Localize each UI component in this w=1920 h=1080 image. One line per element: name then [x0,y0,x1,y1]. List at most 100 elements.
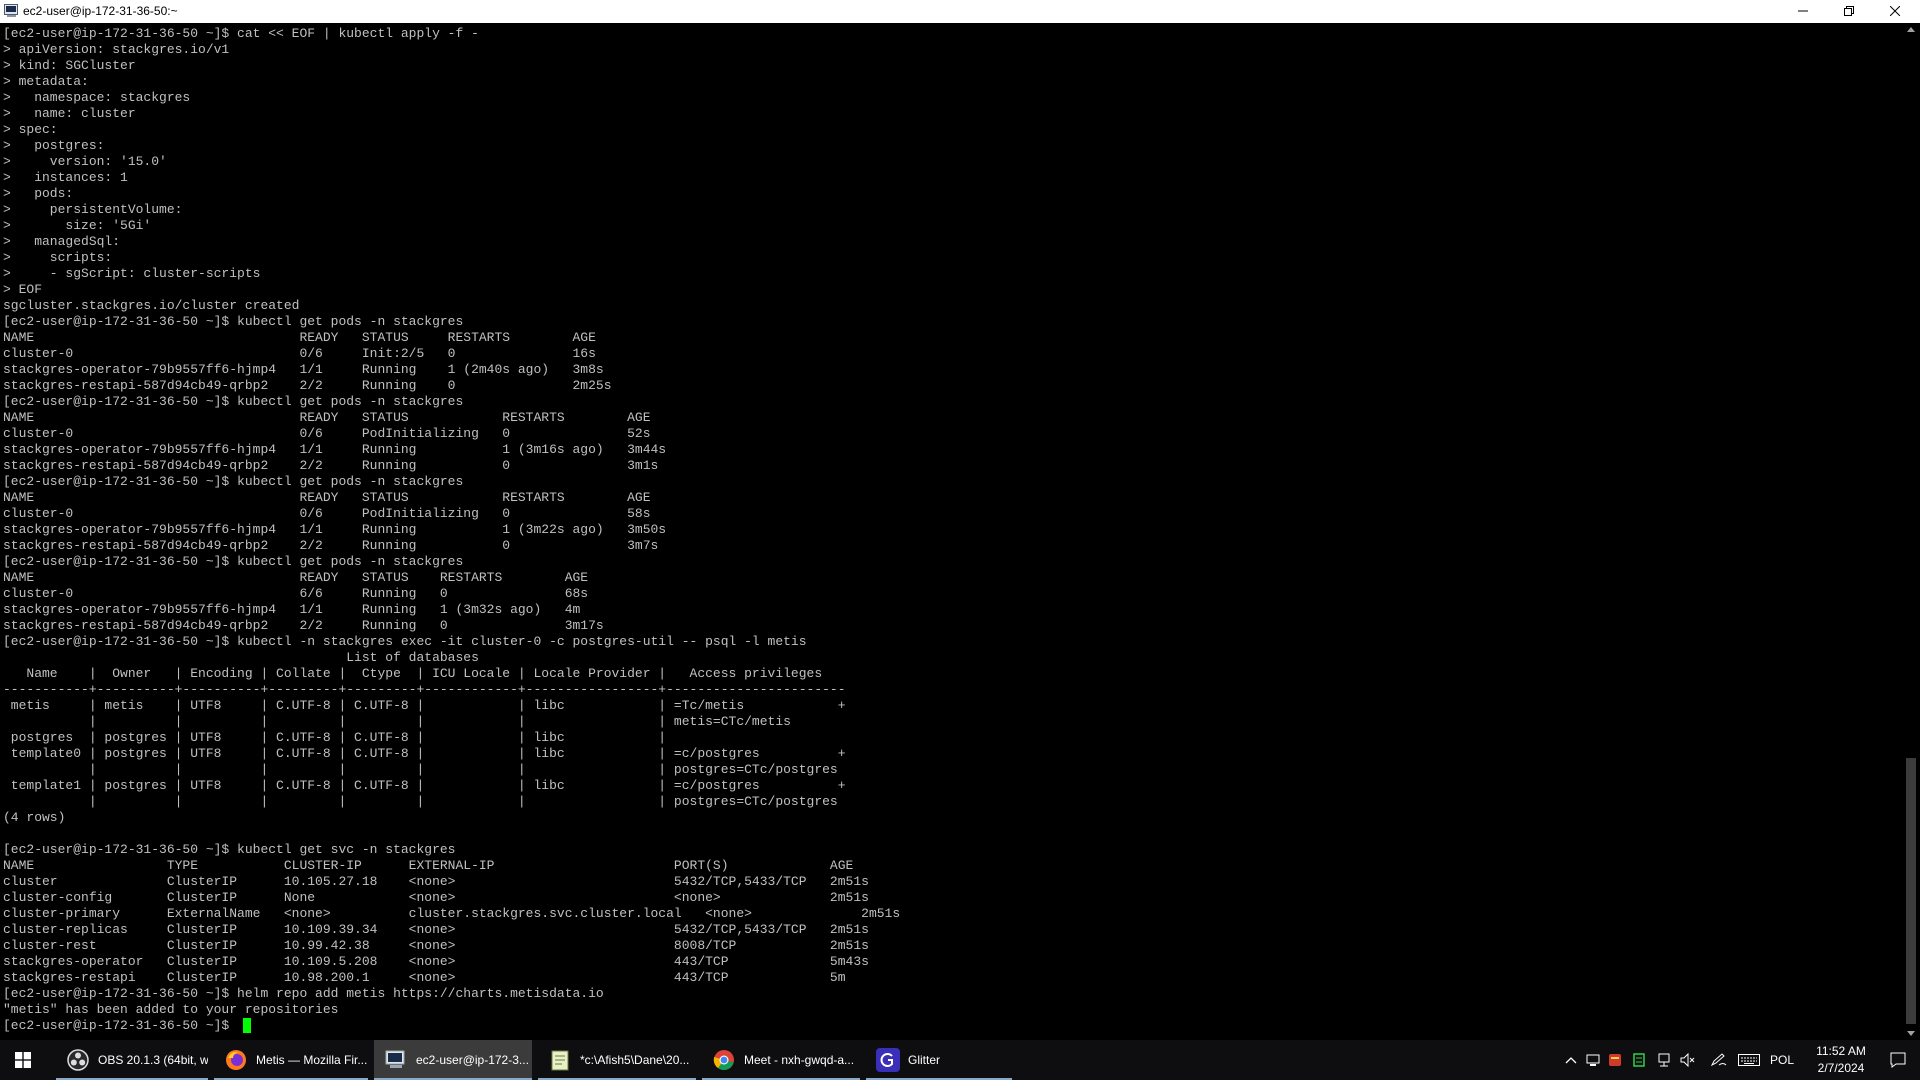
terminal-line: stackgres-operator ClusterIP 10.109.5.20… [3,954,869,969]
terminal-cursor [243,1018,251,1033]
terminal-line: cluster-replicas ClusterIP 10.109.39.34 … [3,922,869,937]
terminal-line: stackgres-restapi-587d94cb49-qrbp2 2/2 R… [3,618,604,633]
terminal-line: cluster-0 0/6 Init:2/5 0 16s [3,346,596,361]
terminal-line: cluster-0 6/6 Running 0 68s [3,586,589,601]
notification-icon [1890,1052,1906,1068]
terminal-line: stackgres-operator-79b9557ff6-hjmp4 1/1 … [3,362,604,377]
terminal-line: NAME READY STATUS RESTARTS AGE [3,410,651,425]
terminal-line: stackgres-restapi ClusterIP 10.98.200.1 … [3,970,846,985]
show-hidden-icons-chevron-icon[interactable] [1564,1053,1578,1067]
terminal-line: > managedSql: [3,234,121,249]
obs-icon [66,1048,90,1072]
scroll-down-arrow-icon[interactable] [1907,1031,1915,1036]
taskbar-app-terminal[interactable]: ec2-user@ip-172-3... [374,1040,532,1080]
taskbar-app-chrome[interactable]: Meet - nxh-gwqd-a... [702,1040,860,1080]
terminal-line: [ec2-user@ip-172-31-36-50 ~]$ [3,1018,238,1033]
terminal-line: stackgres-restapi-587d94cb49-qrbp2 2/2 R… [3,458,659,473]
terminal-line: stackgres-restapi-587d94cb49-qrbp2 2/2 R… [3,378,612,393]
taskbar-app-label: ec2-user@ip-172-3... [416,1053,529,1067]
terminal-line: cluster ClusterIP 10.105.27.18 <none> 54… [3,874,869,889]
terminal-line: NAME READY STATUS RESTARTS AGE [3,490,651,505]
terminal-line: > - sgScript: cluster-scripts [3,266,261,281]
clock-time: 11:52 AM [1816,1044,1866,1058]
window-titlebar[interactable]: ec2-user@ip-172-31-36-50:~ [0,0,1920,24]
terminal-line: > apiVersion: stackgres.io/v1 [3,42,230,57]
terminal-line: List of databases [3,650,479,665]
terminal-icon [384,1048,408,1072]
terminal-line: > version: '15.0' [3,154,167,169]
terminal-line: > spec: [3,122,58,137]
terminal-line: [ec2-user@ip-172-31-36-50 ~]$ kubectl ge… [3,314,464,329]
system-clock[interactable]: 11:52 AM 2/7/2024 [1806,1043,1876,1077]
touch-keyboard-icon[interactable] [1738,1053,1760,1067]
restore-icon [1844,6,1854,16]
sync-status-icon[interactable] [1632,1053,1646,1067]
terminal-line: stackgres-operator-79b9557ff6-hjmp4 1/1 … [3,522,667,537]
terminal-line: | | | | | | | postgres=CTc/postgres [3,762,838,777]
glitter-icon [876,1048,900,1072]
terminal-line: > postgres: [3,138,105,153]
terminal-line: cluster-rest ClusterIP 10.99.42.38 <none… [3,938,869,953]
terminal-line: stackgres-operator-79b9557ff6-hjmp4 1/1 … [3,602,581,617]
terminal-line: cluster-0 0/6 PodInitializing 0 58s [3,506,651,521]
minimize-button[interactable] [1780,0,1826,22]
terminal-line: postgres | postgres | UTF8 | C.UTF-8 | C… [3,730,667,745]
taskbar-app-label: *c:\Afish5\Dane\20... [580,1053,690,1067]
taskbar-app-label: Metis — Mozilla Fir... [256,1053,368,1067]
terminal-line: stackgres-restapi-587d94cb49-qrbp2 2/2 R… [3,538,659,553]
taskbar-app-label: Meet - nxh-gwqd-a... [744,1053,855,1067]
taskbar-app-firefox[interactable]: Metis — Mozilla Fir... [214,1040,368,1080]
clock-date: 2/7/2024 [1817,1061,1865,1075]
terminal-line: [ec2-user@ip-172-31-36-50 ~]$ kubectl ge… [3,474,464,489]
taskbar-app-notepad[interactable]: *c:\Afish5\Dane\20... [538,1040,696,1080]
close-button[interactable] [1872,0,1918,22]
firefox-icon [224,1048,248,1072]
terminal-line: template0 | postgres | UTF8 | C.UTF-8 | … [3,746,846,761]
terminal-line: -----------+----------+----------+------… [3,682,846,697]
pen-workspace-icon[interactable] [1710,1053,1728,1067]
terminal-line: cluster-config ClusterIP None <none> <no… [3,890,869,905]
terminal-line: [ec2-user@ip-172-31-36-50 ~]$ kubectl ge… [3,394,464,409]
terminal-line: cluster-0 0/6 PodInitializing 0 52s [3,426,651,441]
network-icon[interactable] [1656,1053,1672,1067]
close-icon [1890,6,1900,16]
terminal-line: Name | Owner | Encoding | Collate | Ctyp… [3,666,823,681]
window-title: ec2-user@ip-172-31-36-50:~ [23,4,178,18]
terminal-line: | | | | | | | metis=CTc/metis [3,714,791,729]
restore-button[interactable] [1826,0,1872,22]
terminal-output[interactable]: [ec2-user@ip-172-31-36-50 ~]$ cat << EOF… [0,23,1902,1040]
network-monitor-icon[interactable] [1586,1053,1600,1067]
terminal-line: cluster-primary ExternalName <none> clus… [3,906,901,921]
speaker-muted-icon[interactable] [1680,1053,1696,1067]
terminal-line: > EOF [3,282,43,297]
terminal-line: > size: '5Gi' [3,218,152,233]
terminal-line: > name: cluster [3,106,136,121]
input-language-indicator[interactable]: POL [1770,1053,1794,1067]
terminal-scrollbar[interactable] [1902,23,1920,1040]
terminal-line: template1 | postgres | UTF8 | C.UTF-8 | … [3,778,846,793]
start-button[interactable] [0,1040,46,1080]
terminal-line: > metadata: [3,74,89,89]
red-app-tray-icon[interactable] [1608,1053,1622,1067]
notepad-icon [548,1048,572,1072]
action-center-button[interactable] [1876,1040,1920,1080]
terminal-line: "metis" has been added to your repositor… [3,1002,339,1017]
scrollbar-thumb[interactable] [1906,758,1916,1024]
scroll-up-arrow-icon[interactable] [1907,27,1915,32]
terminal-line: | | | | | | | postgres=CTc/postgres [3,794,838,809]
taskbar-app-glitter[interactable]: Glitter [866,1040,1012,1080]
terminal-line: NAME TYPE CLUSTER-IP EXTERNAL-IP PORT(S)… [3,858,854,873]
taskbar-app-obs[interactable]: OBS 20.1.3 (64bit, w... [56,1040,208,1080]
windows-logo-icon [15,1052,31,1068]
chrome-icon [712,1048,736,1072]
taskbar: OBS 20.1.3 (64bit, w... Metis — Mozilla … [0,1040,1920,1080]
terminal-line: > scripts: [3,250,113,265]
taskbar-app-label: OBS 20.1.3 (64bit, w... [98,1053,208,1067]
putty-terminal-icon [4,4,18,17]
terminal-line: NAME READY STATUS RESTARTS AGE [3,570,589,585]
terminal-line: > namespace: stackgres [3,90,191,105]
terminal-line: stackgres-operator-79b9557ff6-hjmp4 1/1 … [3,442,667,457]
terminal-line: [ec2-user@ip-172-31-36-50 ~]$ helm repo … [3,986,604,1001]
terminal-line: [ec2-user@ip-172-31-36-50 ~]$ cat << EOF… [3,26,479,41]
terminal-line: [ec2-user@ip-172-31-36-50 ~]$ kubectl ge… [3,842,456,857]
